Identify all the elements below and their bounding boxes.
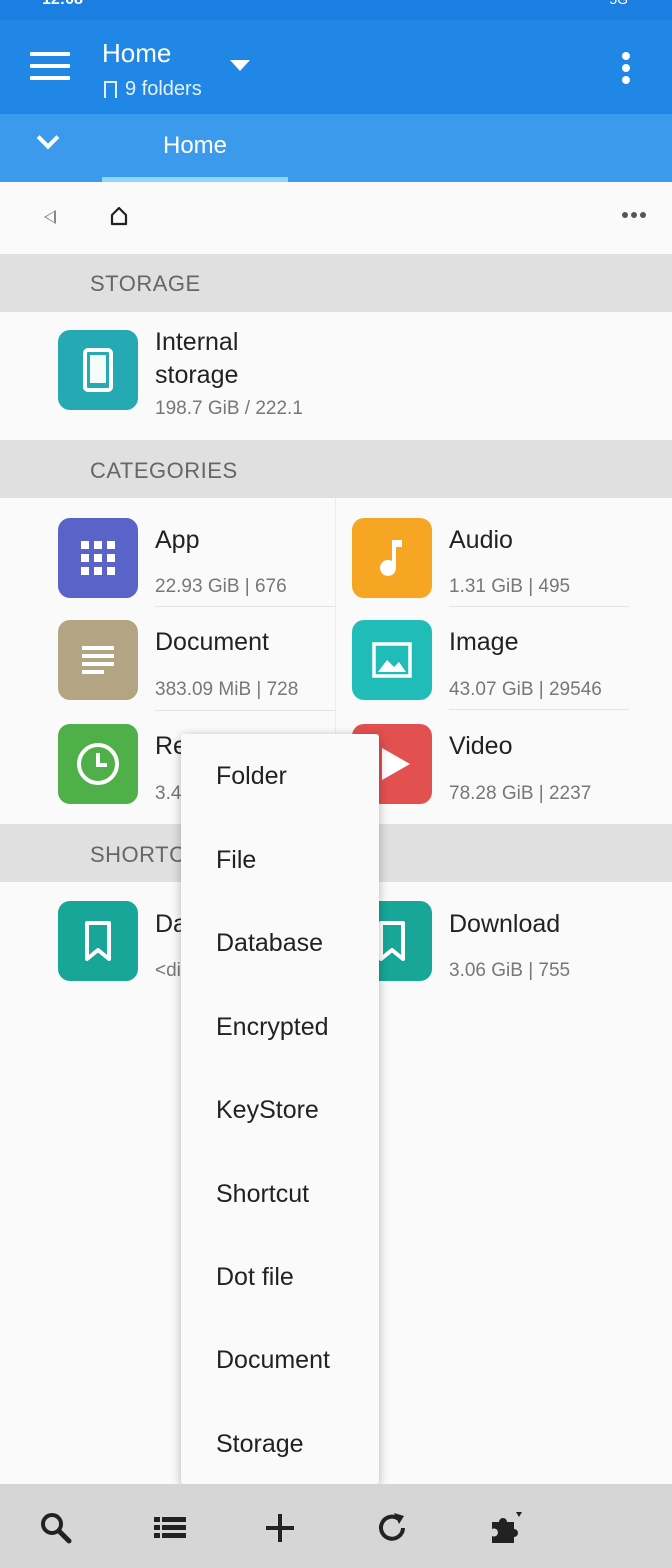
back-icon[interactable] [44, 210, 56, 224]
storage-usage: 198.7 GiB / 222.1 [155, 398, 303, 419]
overflow-menu-icon[interactable] [622, 52, 634, 86]
category-name: Document [155, 628, 269, 656]
category-name: Video [449, 732, 513, 760]
category-meta: 3.4 [155, 783, 182, 804]
category-document[interactable]: Document 383.09 MiB | 728 [0, 606, 335, 711]
image-icon [352, 620, 432, 700]
section-header-storage: STORAGE [0, 254, 672, 312]
shortcut-download[interactable]: Download 3.06 GiB | 755 [336, 882, 672, 992]
tablet-icon [58, 330, 138, 410]
menu-item-encrypted[interactable]: Encrypted [216, 1013, 329, 1042]
tab-bar: Home [0, 114, 672, 182]
section-header-categories: CATEGORIES [0, 440, 672, 498]
music-note-icon [352, 518, 432, 598]
add-icon[interactable] [262, 1510, 298, 1546]
menu-item-keystore[interactable]: KeyStore [216, 1096, 319, 1125]
shortcut-meta: <di [155, 960, 181, 981]
document-icon [58, 620, 138, 700]
app-bar: Home 9 folders [0, 20, 672, 114]
category-image[interactable]: Image 43.07 GiB | 29546 [336, 606, 672, 710]
category-meta: 22.93 GiB | 676 [155, 576, 287, 597]
bookmark-icon [104, 81, 117, 102]
app-title[interactable]: Home [102, 38, 171, 69]
category-meta: 1.31 GiB | 495 [449, 576, 571, 597]
shortcut-name: Download [449, 910, 561, 938]
category-meta: 78.28 GiB | 2237 [449, 783, 592, 804]
chevron-down-icon[interactable] [36, 126, 60, 150]
category-name: Image [449, 628, 519, 656]
menu-item-database[interactable]: Database [216, 929, 323, 958]
menu-item-folder[interactable]: Folder [216, 762, 287, 791]
shortcut-meta: 3.06 GiB | 755 [449, 960, 571, 981]
search-icon[interactable] [38, 1510, 74, 1546]
plugin-icon[interactable] [486, 1510, 522, 1546]
dropdown-arrow-icon[interactable] [230, 60, 250, 71]
menu-item-file[interactable]: File [216, 846, 256, 875]
tab-home[interactable]: Home [102, 114, 288, 182]
more-horizontal-icon[interactable] [622, 212, 646, 218]
category-meta: 43.07 GiB | 29546 [449, 679, 602, 700]
hamburger-menu-icon[interactable] [30, 52, 70, 82]
new-item-popup-menu: Folder File Database Encrypted KeyStore … [181, 734, 379, 1484]
menu-item-shortcut[interactable]: Shortcut [216, 1180, 309, 1209]
status-network: 5G [609, 0, 628, 7]
apps-grid-icon [58, 518, 138, 598]
category-video[interactable]: Video 78.28 GiB | 2237 [336, 710, 672, 824]
status-time: 12:08 [42, 0, 83, 9]
storage-title: Internal storage [155, 328, 239, 389]
status-bar: 12:08 5G [0, 0, 672, 20]
category-meta: 383.09 MiB | 728 [155, 679, 299, 700]
menu-item-dot-file[interactable]: Dot file [216, 1263, 294, 1292]
home-icon[interactable] [110, 206, 128, 226]
category-name: Audio [449, 526, 513, 554]
category-app[interactable]: App 22.93 GiB | 676 [0, 498, 335, 607]
bottom-toolbar [0, 1484, 672, 1568]
menu-item-storage[interactable]: Storage [216, 1430, 304, 1459]
list-icon[interactable] [152, 1510, 188, 1546]
path-bar [0, 182, 672, 254]
bookmark-icon [58, 901, 138, 981]
tab-home-label: Home [162, 132, 228, 159]
refresh-icon[interactable] [374, 1510, 410, 1546]
clock-icon [58, 724, 138, 804]
folder-count-label: 9 folders [125, 78, 202, 100]
category-audio[interactable]: Audio 1.31 GiB | 495 [336, 498, 672, 607]
internal-storage-item[interactable]: Internal storage 198.7 GiB / 222.1 [0, 312, 672, 440]
folder-count: 9 folders [104, 78, 202, 102]
category-name: App [155, 526, 200, 554]
menu-item-document[interactable]: Document [216, 1346, 330, 1375]
